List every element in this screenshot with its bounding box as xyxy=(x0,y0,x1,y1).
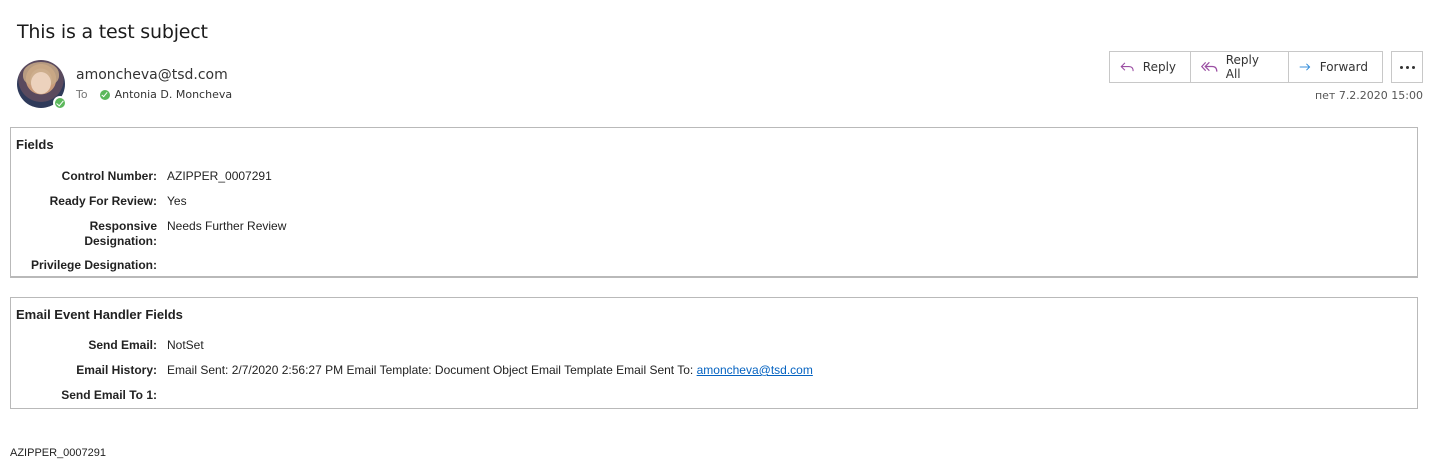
presence-available-icon xyxy=(53,96,67,110)
email-event-panel-title: Email Event Handler Fields xyxy=(16,307,183,322)
email-history-link[interactable]: amoncheva@tsd.com xyxy=(697,363,813,377)
field-value: AZIPPER_0007291 xyxy=(167,169,272,183)
reply-label: Reply xyxy=(1142,60,1176,74)
forward-label: Forward xyxy=(1319,60,1368,74)
field-label: Send Email To 1: xyxy=(61,388,157,402)
more-actions-button[interactable] xyxy=(1391,51,1423,83)
message-actions: Reply Reply All Forward xyxy=(1109,51,1383,83)
recipient-name[interactable]: Antonia D. Moncheva xyxy=(115,88,233,101)
to-label: To xyxy=(76,88,88,101)
field-value: Yes xyxy=(167,194,187,208)
reply-all-icon xyxy=(1201,61,1218,72)
document-id-footer: AZIPPER_0007291 xyxy=(10,447,107,459)
email-history-text: Email Sent: 2/7/2020 2:56:27 PM Email Te… xyxy=(167,363,697,377)
field-label: Email History: xyxy=(76,363,157,377)
field-label: Ready For Review: xyxy=(49,194,157,208)
field-label: Control Number: xyxy=(61,169,157,183)
field-label: Privilege Designation: xyxy=(30,258,157,272)
ellipsis-dot xyxy=(1405,65,1409,69)
field-value: Needs Further Review xyxy=(167,219,287,233)
reply-button[interactable]: Reply xyxy=(1110,52,1191,82)
ellipsis-icon xyxy=(1399,65,1403,69)
reply-all-label: Reply All xyxy=(1225,53,1259,81)
recipient-line: To Antonia D. Moncheva xyxy=(76,88,232,101)
field-value: NotSet xyxy=(167,338,204,352)
forward-button[interactable]: Forward xyxy=(1289,52,1382,82)
message-date: пет 7.2.2020 15:00 xyxy=(1314,89,1423,102)
email-event-panel: Email Event Handler Fields Send Email: N… xyxy=(10,297,1418,409)
avatar-face xyxy=(31,72,51,94)
ellipsis-dot xyxy=(1411,65,1415,69)
sender-address[interactable]: amoncheva@tsd.com xyxy=(76,67,228,83)
field-value: Email Sent: 2/7/2020 2:56:27 PM Email Te… xyxy=(167,363,813,378)
field-label: Responsive Designation: xyxy=(84,219,157,248)
reply-icon xyxy=(1120,62,1134,72)
fields-panel: Fields Control Number: AZIPPER_0007291 R… xyxy=(10,127,1418,278)
reply-all-button[interactable]: Reply All xyxy=(1191,52,1289,82)
recipient-presence-icon xyxy=(99,89,110,100)
email-subject: This is a test subject xyxy=(17,21,208,43)
field-label: Send Email: xyxy=(88,338,157,352)
fields-panel-title: Fields xyxy=(16,137,54,152)
forward-arrow-icon xyxy=(1299,63,1311,71)
